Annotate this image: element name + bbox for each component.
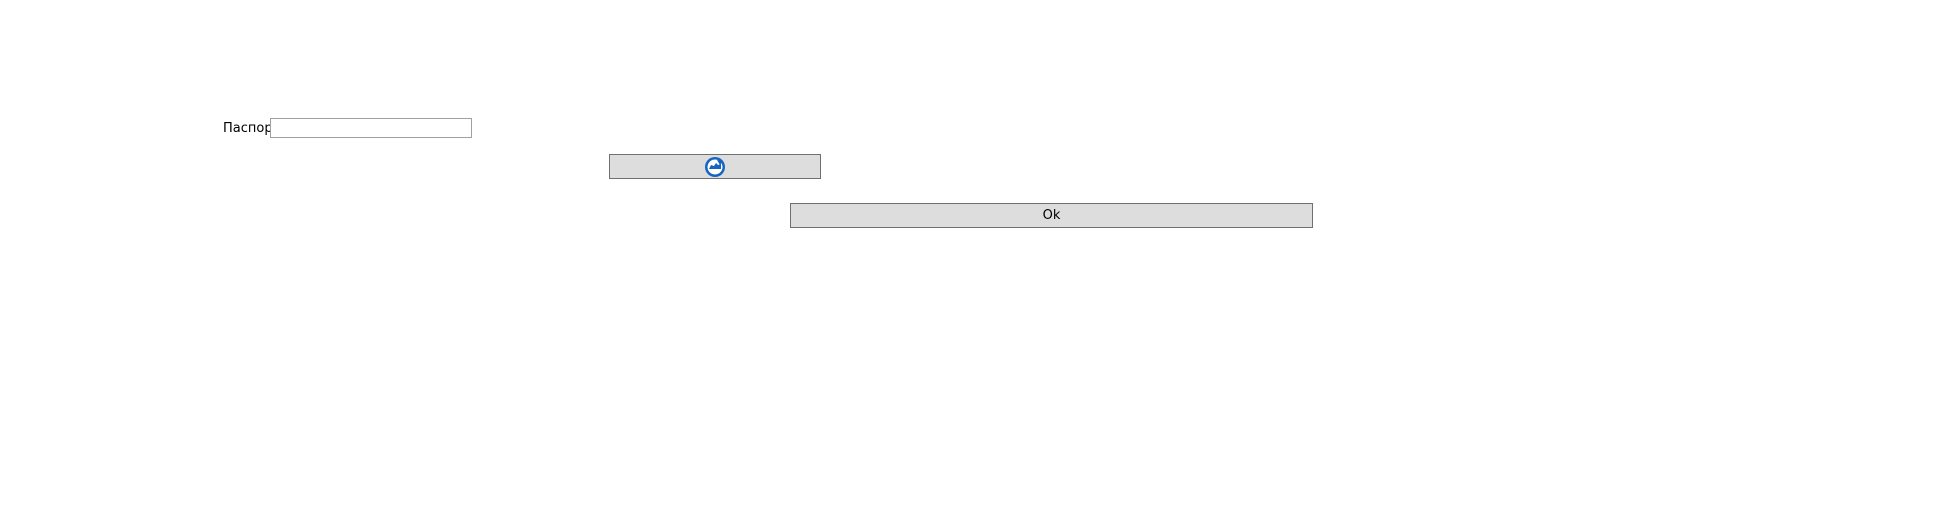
- passport-input[interactable]: [270, 118, 472, 138]
- refresh-button[interactable]: [609, 154, 821, 179]
- ok-button[interactable]: Ok: [790, 203, 1313, 228]
- refresh-icon: [704, 156, 726, 178]
- ok-button-label: Ok: [1042, 208, 1061, 223]
